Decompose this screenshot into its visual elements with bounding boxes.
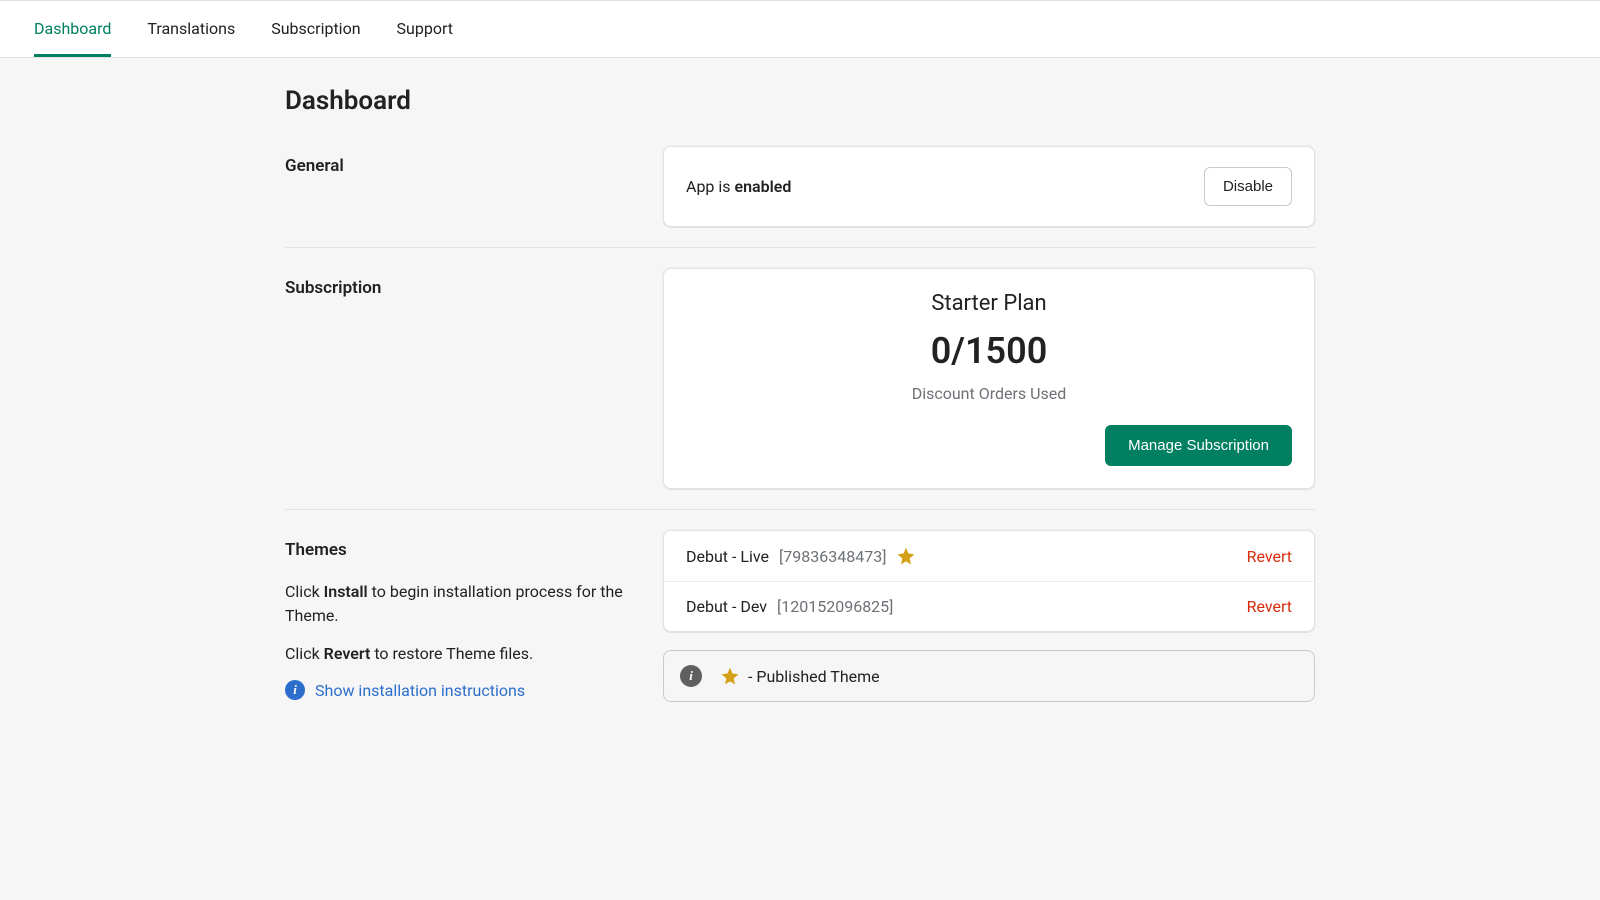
top-tabs: Dashboard Translations Subscription Supp… [0,0,1600,58]
tab-support[interactable]: Support [397,1,453,57]
section-themes-right: Debut - Live [79836348473] Revert Debut … [663,530,1315,702]
theme-legend: i - Published Theme [663,650,1315,702]
section-general-right: App is enabled Disable [663,146,1315,227]
subscription-card: Starter Plan 0/1500 Discount Orders Used… [663,268,1315,489]
section-subscription-right: Starter Plan 0/1500 Discount Orders Used… [663,268,1315,489]
general-heading: General [285,156,639,176]
section-subscription: Subscription Starter Plan 0/1500 Discoun… [285,247,1315,509]
theme-id: [120152096825] [777,597,893,616]
help-revert-pre: Click [285,644,324,663]
theme-revert-link[interactable]: Revert [1247,597,1292,616]
show-instructions-link[interactable]: i Show installation instructions [285,680,639,700]
show-instructions-label: Show installation instructions [315,681,525,700]
app-status: App is enabled [686,177,791,196]
themes-heading: Themes [285,540,639,560]
legend-content: - Published Theme [720,666,880,686]
disable-button[interactable]: Disable [1204,167,1292,206]
theme-revert-link[interactable]: Revert [1247,547,1292,566]
help-install-bold: Install [324,582,368,601]
tab-translations[interactable]: Translations [147,1,235,57]
subscription-actions: Manage Subscription [686,425,1292,466]
theme-row: Debut - Live [79836348473] Revert [664,531,1314,582]
section-general: General App is enabled Disable [285,146,1315,247]
info-icon: i [285,680,305,700]
section-themes: Themes Click Install to begin installati… [285,509,1315,722]
theme-id: [79836348473] [779,547,886,566]
tab-subscription[interactable]: Subscription [271,1,360,57]
star-icon [720,666,740,686]
usage-label: Discount Orders Used [686,384,1292,403]
usage-value: 0/1500 [686,330,1292,372]
app-status-prefix: App is [686,177,735,196]
theme-name: Debut - Dev [686,597,767,616]
page-content: Dashboard General App is enabled Disable… [285,58,1315,782]
theme-name: Debut - Live [686,547,769,566]
theme-row: Debut - Dev [120152096825] Revert [664,582,1314,631]
page-title: Dashboard [285,86,1315,116]
section-themes-left: Themes Click Install to begin installati… [285,530,639,702]
help-revert-bold: Revert [324,644,371,663]
theme-row-left: Debut - Dev [120152096825] [686,597,893,616]
section-general-left: General [285,146,639,227]
star-icon [896,546,916,566]
info-icon: i [680,665,702,687]
plan-name: Starter Plan [686,291,1292,316]
theme-row-left: Debut - Live [79836348473] [686,546,916,566]
legend-text: - Published Theme [748,667,880,686]
help-install-pre: Click [285,582,324,601]
tab-dashboard[interactable]: Dashboard [34,1,111,57]
general-card: App is enabled Disable [663,146,1315,227]
manage-subscription-button[interactable]: Manage Subscription [1105,425,1292,466]
subscription-heading: Subscription [285,278,639,298]
themes-help-install: Click Install to begin installation proc… [285,580,639,628]
section-subscription-left: Subscription [285,268,639,489]
app-status-value: enabled [735,177,792,196]
themes-help-revert: Click Revert to restore Theme files. [285,642,639,666]
theme-list: Debut - Live [79836348473] Revert Debut … [663,530,1315,632]
help-revert-post: to restore Theme files. [370,644,533,663]
